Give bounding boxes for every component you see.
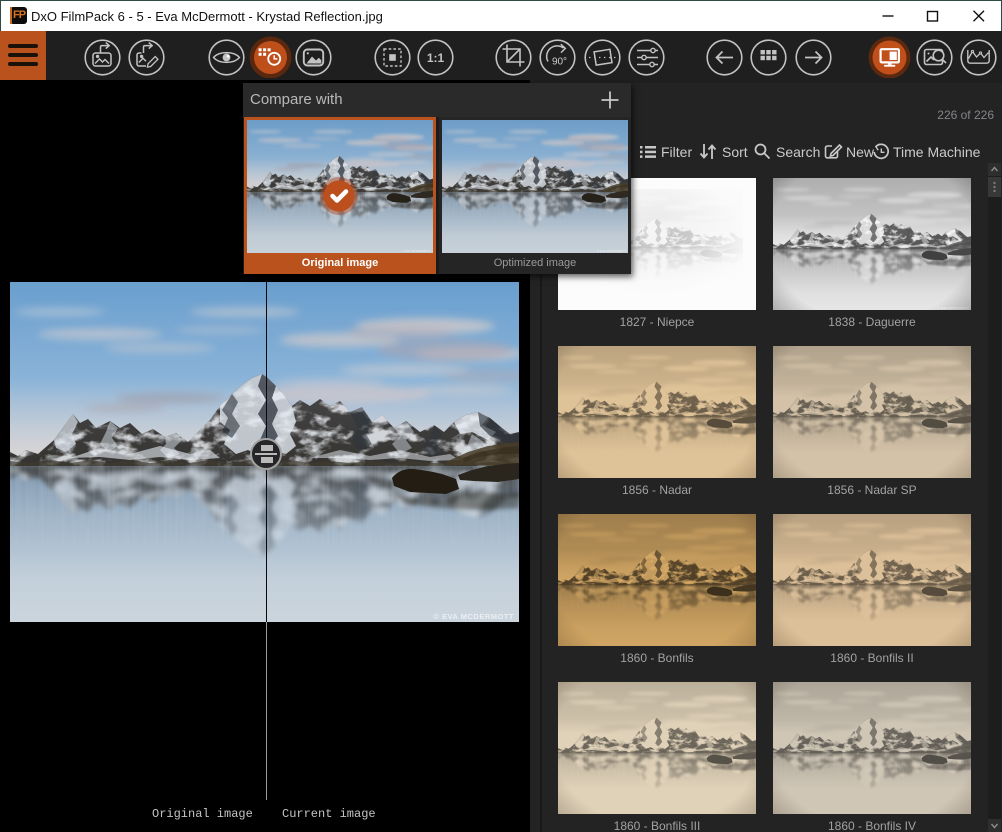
svg-text:1:1: 1:1: [426, 51, 444, 65]
svg-text:90°: 90°: [552, 57, 567, 68]
